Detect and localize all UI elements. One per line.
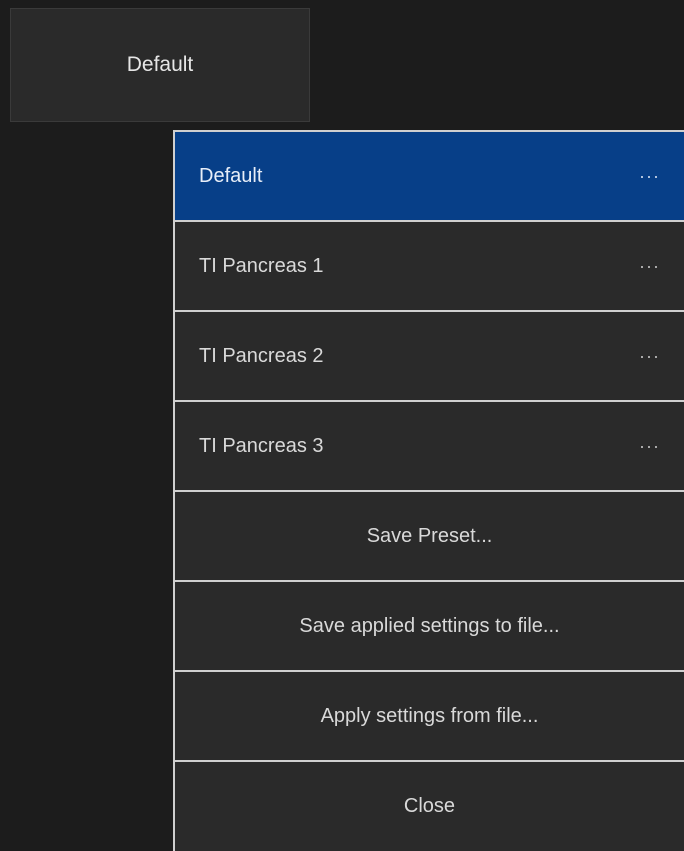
preset-item-label: TI Pancreas 2	[199, 344, 324, 367]
apply-settings-from-file-button[interactable]: Apply settings from file...	[175, 670, 684, 760]
preset-item-label: Default	[199, 164, 263, 187]
preset-selector-button[interactable]: Default	[10, 8, 310, 122]
more-options-icon[interactable]: ···	[637, 162, 662, 191]
apply-settings-from-file-label: Apply settings from file...	[320, 704, 539, 727]
close-label: Close	[403, 795, 456, 817]
more-options-icon[interactable]: ···	[637, 252, 662, 281]
preset-screen: Default Default ··· TI Pancreas 1 ··· TI…	[0, 0, 684, 851]
save-applied-settings-label: Save applied settings to file...	[299, 614, 560, 637]
preset-item-ti-pancreas-2[interactable]: TI Pancreas 2 ···	[175, 310, 684, 400]
preset-item-ti-pancreas-3[interactable]: TI Pancreas 3 ···	[175, 400, 684, 490]
preset-item-ti-pancreas-1[interactable]: TI Pancreas 1 ···	[175, 220, 684, 310]
preset-dropdown-menu: Default ··· TI Pancreas 1 ··· TI Pancrea…	[173, 130, 684, 851]
close-button[interactable]: Close	[175, 760, 684, 851]
save-preset-label: Save Preset...	[366, 524, 493, 547]
preset-selector-label: Default	[126, 53, 194, 76]
save-applied-settings-button[interactable]: Save applied settings to file...	[175, 580, 684, 670]
preset-item-default[interactable]: Default ···	[175, 130, 684, 220]
save-preset-button[interactable]: Save Preset...	[175, 490, 684, 580]
preset-item-label: TI Pancreas 1	[199, 254, 324, 277]
preset-item-label: TI Pancreas 3	[199, 434, 324, 457]
more-options-icon[interactable]: ···	[637, 342, 662, 371]
more-options-icon[interactable]: ···	[637, 432, 662, 461]
